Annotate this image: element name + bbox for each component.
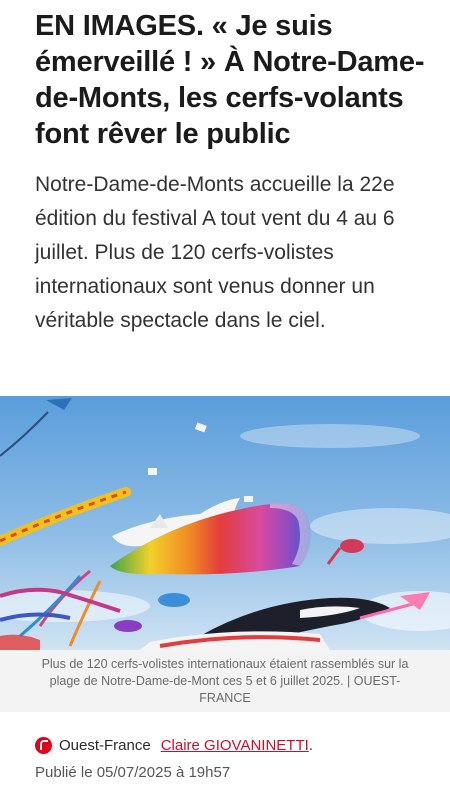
- article-photo[interactable]: [0, 396, 450, 650]
- source-name: Ouest-France: [59, 736, 151, 754]
- author-link[interactable]: Claire GIOVANINETTI: [161, 737, 309, 754]
- article: EN IMAGES. « Je suis émerveillé ! » À No…: [0, 0, 450, 800]
- author-suffix: .: [308, 736, 313, 754]
- kites-sky-image: [0, 396, 450, 650]
- byline: Ouest-France Claire GIOVANINETTI.: [35, 735, 313, 755]
- ouest-france-logo-icon: [35, 736, 52, 754]
- publish-date: Publié le 05/07/2025 à 19h57: [35, 764, 231, 781]
- article-headline: EN IMAGES. « Je suis émerveillé ! » À No…: [35, 10, 425, 150]
- photo-caption-area: Plus de 120 cerfs-volistes internationau…: [0, 650, 450, 712]
- photo-caption: Plus de 120 cerfs-volistes internationau…: [41, 657, 409, 705]
- article-lead: Notre-Dame-de-Monts accueille la 22e édi…: [35, 173, 395, 332]
